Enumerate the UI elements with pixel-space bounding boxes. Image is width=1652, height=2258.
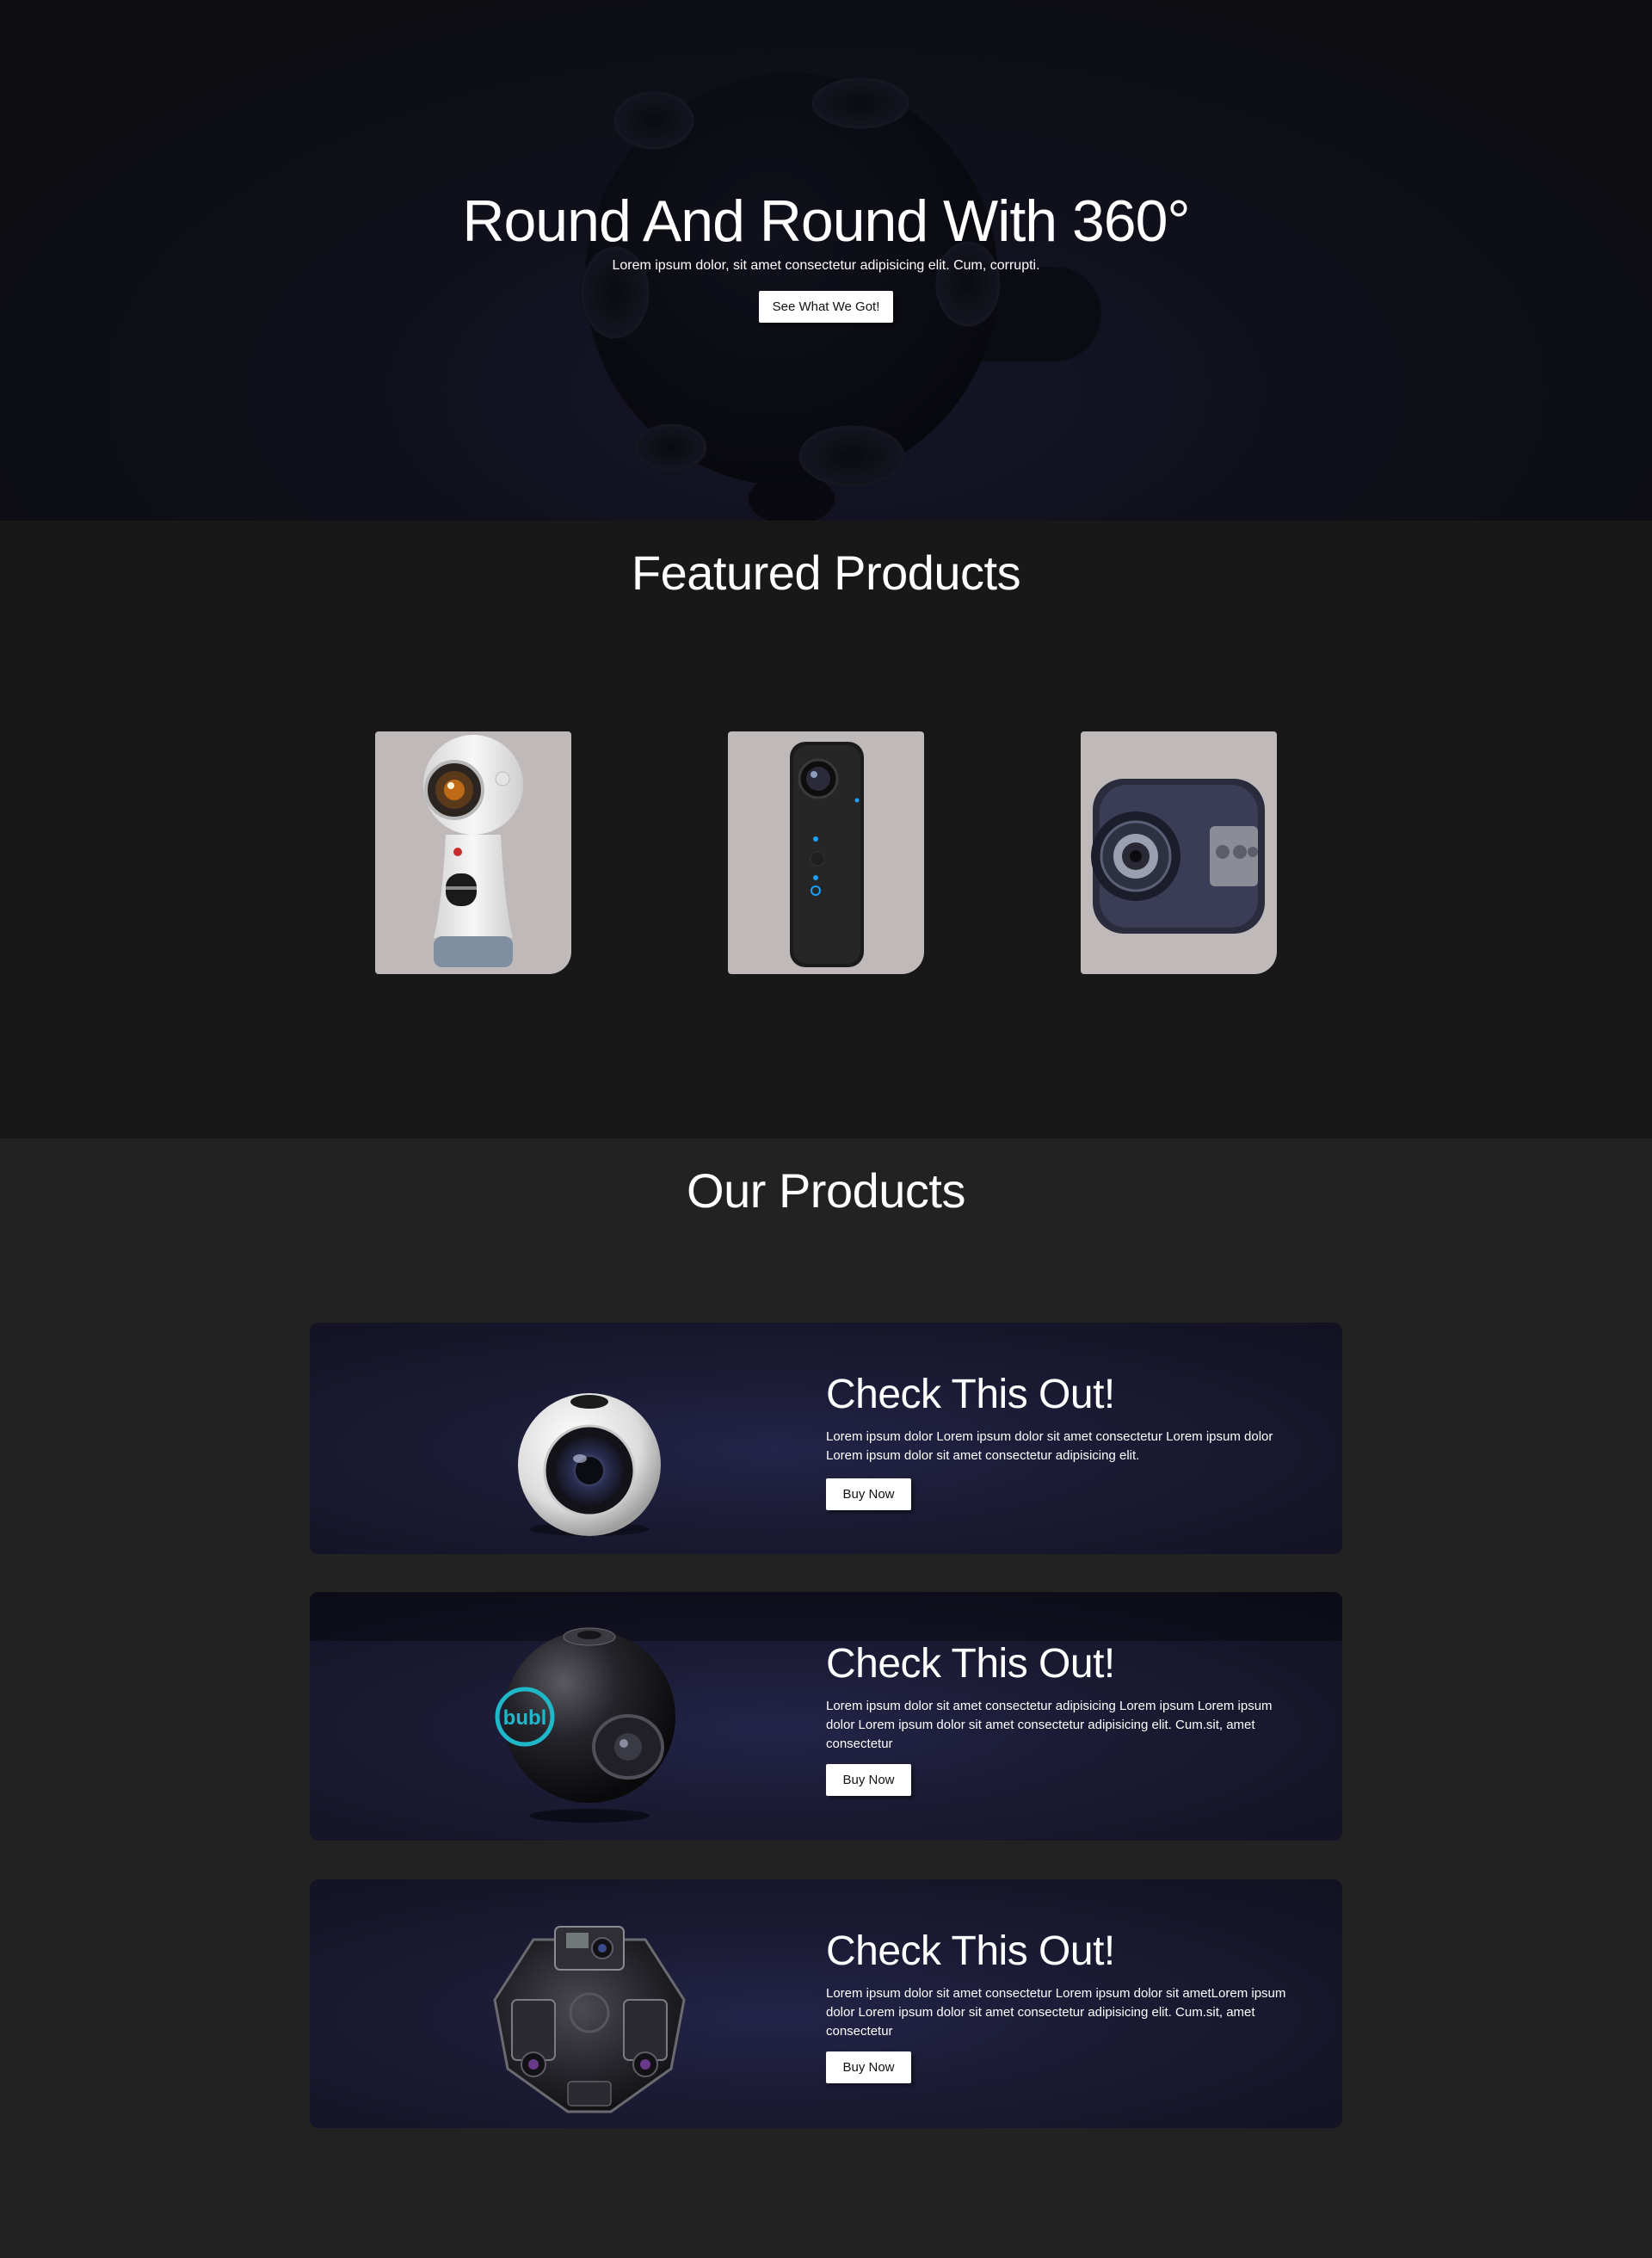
gear-360-sphere-camera-icon bbox=[518, 1393, 661, 1536]
featured-products-section: Featured Products bbox=[0, 521, 1652, 1138]
featured-product-card-gear360[interactable] bbox=[375, 731, 571, 974]
hero-title: Round And Round With 360° bbox=[462, 188, 1190, 254]
hero-subtitle: Lorem ipsum dolor, sit amet consectetur … bbox=[612, 258, 1040, 273]
featured-product-card-theta[interactable] bbox=[728, 731, 924, 974]
gopro-360-rig-icon bbox=[493, 1926, 686, 2113]
buy-now-button[interactable]: Buy Now bbox=[826, 1764, 911, 1796]
samsung-gear-360-camera-icon bbox=[423, 735, 523, 967]
hero-section: Round And Round With 360° Lorem ipsum do… bbox=[0, 0, 1652, 521]
product-description: Lorem ipsum dolor sit amet consectetur L… bbox=[826, 1986, 1286, 2039]
buy-now-button[interactable]: Buy Now bbox=[826, 2051, 911, 2083]
our-products-title: Our Products bbox=[687, 1163, 965, 1218]
product-card: Check This Out! Lorem ipsum dolor sit am… bbox=[310, 1879, 1342, 2128]
featured-products-title: Featured Products bbox=[631, 546, 1021, 600]
product-description: Lorem ipsum dolor Lorem ipsum dolor sit … bbox=[826, 1429, 1273, 1463]
bubl-sphere-camera-icon: bubl bbox=[495, 1627, 675, 1823]
product-title: Check This Out! bbox=[826, 1928, 1115, 1974]
ricoh-theta-camera-icon bbox=[790, 742, 864, 967]
our-products-section: Our Products Check This Out! Lorem ipsum… bbox=[0, 1138, 1652, 2258]
featured-product-card-cube[interactable] bbox=[1081, 731, 1277, 974]
product-description: Lorem ipsum dolor sit amet consectetur a… bbox=[826, 1699, 1273, 1751]
product-card: bubl Check This Out! Lorem ipsum dolor s… bbox=[310, 1592, 1342, 1841]
see-what-we-got-button[interactable]: See What We Got! bbox=[759, 291, 893, 323]
cube-action-camera-icon bbox=[1091, 779, 1265, 934]
product-title: Check This Out! bbox=[826, 1372, 1115, 1417]
product-card: Check This Out! Lorem ipsum dolor Lorem … bbox=[310, 1323, 1342, 1554]
buy-now-button[interactable]: Buy Now bbox=[826, 1478, 911, 1510]
product-title: Check This Out! bbox=[826, 1641, 1115, 1687]
card-top-shade bbox=[310, 1592, 1342, 1641]
bubl-logo-text: bubl bbox=[503, 1706, 547, 1730]
